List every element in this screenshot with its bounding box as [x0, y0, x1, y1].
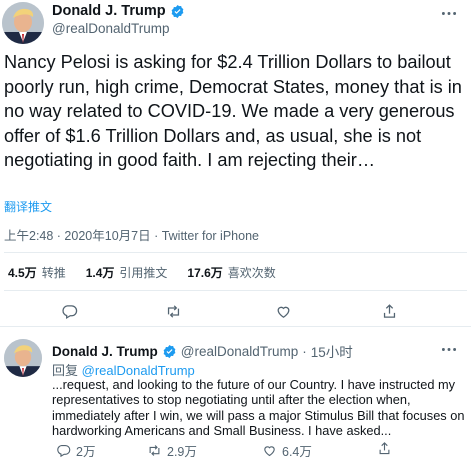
- avatar-image: [4, 339, 42, 377]
- reply-timestamp[interactable]: 15小时: [311, 341, 353, 361]
- retweet-icon[interactable]: [162, 300, 184, 322]
- avatar-image: [2, 2, 44, 44]
- quote-label: 引用推文: [119, 266, 168, 280]
- retweet-label: 转推: [41, 266, 66, 280]
- reply-count: 2万: [76, 445, 96, 459]
- reply-prefix: 回复: [52, 363, 79, 378]
- quote-count: 1.4万: [85, 266, 115, 280]
- reply-author-name[interactable]: Donald J. Trump: [52, 344, 158, 359]
- share-action[interactable]: [377, 441, 392, 456]
- divider: [4, 290, 467, 291]
- reply-author-avatar[interactable]: [4, 339, 42, 377]
- retweet-stat[interactable]: 4.5万 转推: [8, 264, 66, 281]
- reply-header: Donald J. Trump @realDonaldTrump · 15小时: [52, 341, 353, 361]
- tweet-text: Nancy Pelosi is asking for $2.4 Trillion…: [4, 52, 462, 171]
- retweet-count: 4.5万: [8, 266, 37, 280]
- reply-action[interactable]: 2万: [56, 441, 95, 460]
- like-label: 喜欢次数: [227, 266, 276, 280]
- more-icon[interactable]: [439, 342, 459, 356]
- tweet-stats: 4.5万 转推 1.4万 引用推文 17.6万 喜欢次数: [8, 264, 276, 281]
- share-icon[interactable]: [378, 300, 400, 322]
- more-icon[interactable]: [439, 6, 459, 20]
- reply-mention-link[interactable]: @realDonaldTrump: [82, 363, 195, 378]
- like-count: 17.6万: [187, 266, 223, 280]
- translate-link[interactable]: 翻译推文: [4, 198, 52, 215]
- tweet-meta[interactable]: 上午2:48 · 2020年10月7日 · Twitter for iPhone: [4, 225, 259, 244]
- author-handle[interactable]: @realDonaldTrump: [52, 21, 170, 36]
- author-avatar[interactable]: [2, 2, 44, 44]
- like-count: 6.4万: [282, 445, 312, 459]
- reply-text: ...request, and looking to the future of…: [52, 377, 465, 439]
- main-tweet: Donald J. Trump @realDonaldTrump Nancy P…: [0, 0, 471, 327]
- reply-actions: 2万 2.9万 6.4万: [52, 441, 467, 459]
- retweet-action[interactable]: 2.9万: [147, 441, 197, 460]
- like-action[interactable]: 6.4万: [262, 441, 312, 460]
- retweet-count: 2.9万: [167, 445, 197, 459]
- heart-icon[interactable]: [272, 300, 294, 322]
- verified-badge-icon: [170, 4, 185, 19]
- quote-stat[interactable]: 1.4万 引用推文: [86, 264, 168, 281]
- heart-icon: [264, 446, 275, 457]
- tweet-actions: [0, 300, 471, 322]
- retweet-icon: [149, 445, 160, 456]
- like-stat[interactable]: 17.6万 喜欢次数: [187, 264, 275, 281]
- reply-tweet[interactable]: Donald J. Trump @realDonaldTrump · 15小时 …: [0, 328, 471, 468]
- reply-author-handle[interactable]: @realDonaldTrump: [181, 344, 299, 359]
- author-name-row[interactable]: Donald J. Trump: [52, 3, 185, 19]
- divider: [4, 252, 467, 253]
- share-icon: [379, 442, 390, 455]
- reply-icon[interactable]: [58, 300, 80, 322]
- verified-badge-icon: [162, 344, 177, 359]
- author-name[interactable]: Donald J. Trump: [52, 3, 166, 19]
- reply-icon: [57, 444, 71, 458]
- separator-dot: ·: [302, 343, 307, 359]
